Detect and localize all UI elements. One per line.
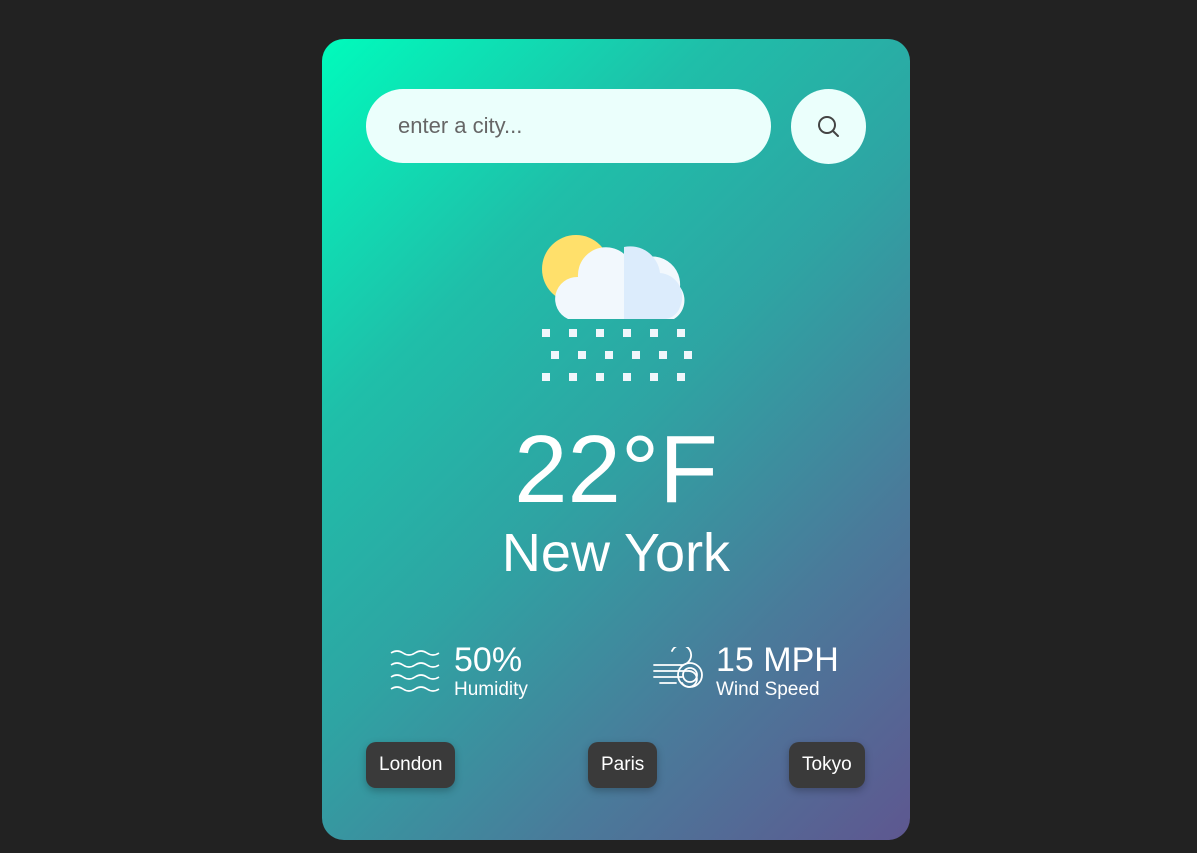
city-button-tokyo[interactable]: Tokyo xyxy=(789,742,865,788)
wind-stat: 15 MPH Wind Speed xyxy=(652,643,839,702)
humidity-waves-icon xyxy=(390,650,440,693)
search-icon xyxy=(817,115,839,137)
city-name: New York xyxy=(501,523,731,583)
weather-card: 22°F New York 50% Humidity xyxy=(322,39,910,840)
search-button[interactable] xyxy=(791,89,866,164)
wind-label: Wind Speed xyxy=(716,679,820,700)
city-button-london[interactable]: London xyxy=(366,742,456,788)
wind-value: 15 MPH xyxy=(716,641,839,679)
humidity-label: Humidity xyxy=(454,679,528,700)
snow-partly-cloudy-icon xyxy=(542,235,692,381)
temperature: 22°F xyxy=(514,416,718,523)
city-button-paris[interactable]: Paris xyxy=(588,742,658,788)
search-input[interactable] xyxy=(366,89,771,163)
humidity-value: 50% xyxy=(454,641,523,679)
wind-icon xyxy=(653,647,703,689)
humidity-stat: 50% Humidity xyxy=(390,643,528,702)
